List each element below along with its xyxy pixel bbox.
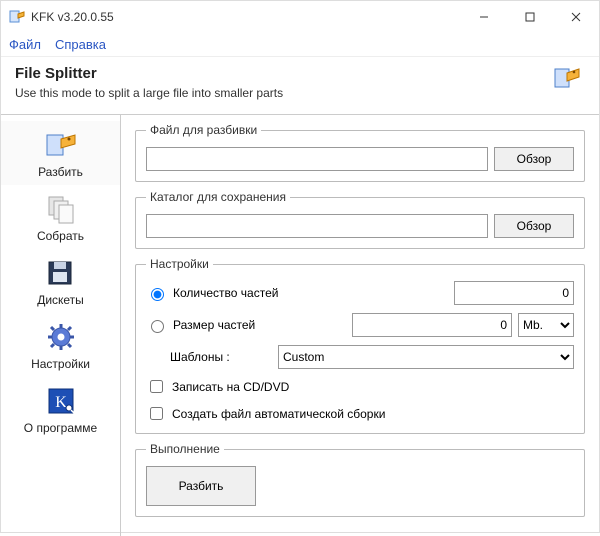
group-settings: Настройки Количество частей Размер часте… [135, 257, 585, 434]
group-execution: Выполнение Разбить [135, 442, 585, 517]
page-title: File Splitter [15, 65, 585, 82]
save-dir-input[interactable] [146, 214, 488, 238]
split-icon [41, 127, 81, 163]
gear-icon [41, 319, 81, 355]
sidebar-item-split[interactable]: Разбить [1, 121, 120, 185]
group-file-to-split: Файл для разбивки Обзор [135, 123, 585, 182]
group-legend: Выполнение [146, 442, 224, 456]
window-title: KFK v3.20.0.55 [31, 10, 461, 24]
split-icon [553, 65, 581, 93]
checkbox-autofile[interactable] [150, 407, 163, 420]
menu-file[interactable]: Файл [9, 37, 41, 52]
checkbox-cd-dvd[interactable] [150, 380, 163, 393]
page-header: File Splitter Use this mode to split a l… [1, 57, 599, 115]
sidebar-item-label: О программе [24, 421, 97, 435]
close-button[interactable] [553, 1, 599, 33]
main-content: Файл для разбивки Обзор Каталог для сохр… [121, 115, 599, 536]
group-legend: Файл для разбивки [146, 123, 261, 137]
svg-text:K: K [55, 394, 67, 411]
menu-help[interactable]: Справка [55, 37, 106, 52]
radio-size-label: Размер частей [173, 318, 346, 332]
minimize-button[interactable] [461, 1, 507, 33]
sidebar-item-label: Настройки [31, 357, 90, 371]
file-path-input[interactable] [146, 147, 488, 171]
sidebar: Разбить Собрать Дискеты [1, 115, 121, 536]
group-legend: Каталог для сохранения [146, 190, 290, 204]
about-icon: K [41, 383, 81, 419]
templates-label: Шаблоны : [170, 350, 270, 364]
radio-count[interactable] [151, 288, 164, 301]
checkbox-cd-dvd-label: Записать на CD/DVD [172, 380, 289, 394]
merge-icon [41, 191, 81, 227]
sidebar-item-about[interactable]: K О программе [1, 377, 120, 441]
size-unit-select[interactable]: Mb. [518, 313, 574, 337]
sidebar-item-label: Разбить [38, 165, 83, 179]
size-input[interactable] [352, 313, 512, 337]
floppy-icon [41, 255, 81, 291]
count-input[interactable] [454, 281, 574, 305]
browse-file-button[interactable]: Обзор [494, 147, 574, 171]
radio-size[interactable] [151, 320, 164, 333]
app-icon [9, 9, 25, 25]
template-select[interactable]: Custom [278, 345, 574, 369]
split-button[interactable]: Разбить [146, 466, 256, 506]
radio-count-label: Количество частей [173, 286, 448, 300]
sidebar-item-floppy[interactable]: Дискеты [1, 249, 120, 313]
titlebar: KFK v3.20.0.55 [1, 1, 599, 33]
sidebar-item-merge[interactable]: Собрать [1, 185, 120, 249]
maximize-button[interactable] [507, 1, 553, 33]
page-subtitle: Use this mode to split a large file into… [15, 86, 585, 100]
browse-dir-button[interactable]: Обзор [494, 214, 574, 238]
sidebar-item-settings[interactable]: Настройки [1, 313, 120, 377]
checkbox-autofile-label: Создать файл автоматической сборки [172, 407, 385, 421]
sidebar-item-label: Дискеты [37, 293, 84, 307]
group-save-dir: Каталог для сохранения Обзор [135, 190, 585, 249]
group-legend: Настройки [146, 257, 213, 271]
menubar: Файл Справка [1, 33, 599, 57]
sidebar-item-label: Собрать [37, 229, 84, 243]
